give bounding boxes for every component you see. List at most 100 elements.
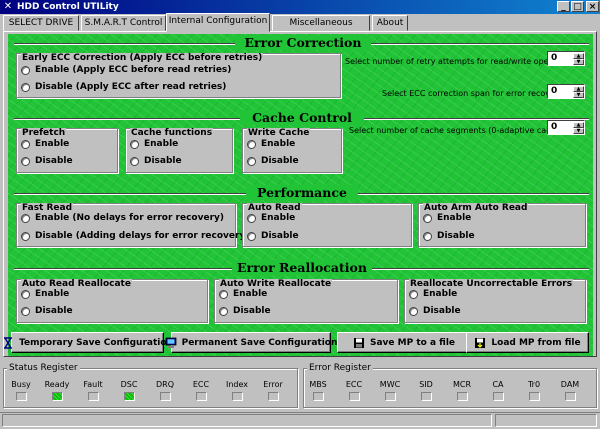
radio-icon	[247, 231, 256, 241]
prefetch-disable-radio[interactable]: Disable	[21, 156, 73, 166]
auto-read-realloc-label: Auto Read Reallocate	[21, 279, 132, 289]
permanent-save-button[interactable]: Permanent Save Configuration	[165, 332, 337, 353]
radio-label: Enable	[261, 213, 296, 223]
realloc-uncorrectable-label: Reallocate Uncorrectable Errors	[409, 279, 574, 289]
cache-functions-label: Cache functions	[130, 128, 214, 138]
write-cache-disable-radio[interactable]: Disable	[247, 156, 299, 166]
tab-about[interactable]: About	[372, 15, 408, 31]
status-register-bit-label: DRQ	[155, 380, 174, 389]
radio-label: Disable	[437, 231, 475, 241]
radio-icon	[219, 289, 228, 299]
auto-write-realloc-label: Auto Write Reallocate	[219, 279, 333, 289]
button-label: Save MP to a file	[369, 337, 456, 348]
temporary-save-button[interactable]: Temporary Save Configuration	[4, 332, 173, 353]
radio-icon	[130, 139, 139, 149]
radio-icon	[409, 306, 418, 316]
minimize-button[interactable]: _	[557, 1, 570, 12]
early-ecc-enable-radio[interactable]: Enable (Apply ECC before read retries)	[21, 65, 231, 75]
tab-smart-control[interactable]: S.M.A.R.T Control	[81, 15, 166, 31]
ecc-span-spinner[interactable]: 0 ▲ ▼	[547, 84, 585, 99]
radio-icon	[423, 213, 432, 223]
realloc-uncorrectable-group: Reallocate Uncorrectable Errors	[404, 279, 586, 323]
write-cache-enable-radio[interactable]: Enable	[247, 139, 295, 149]
fast-read-enable-radio[interactable]: Enable (No delays for error recovery)	[21, 213, 224, 223]
fast-read-disable-radio[interactable]: Disable (Adding delays for error recover…	[21, 231, 249, 241]
computer-icon	[165, 337, 176, 348]
error-register-bit-led	[421, 392, 432, 401]
error-register-bit-label: Tr0	[527, 380, 541, 389]
realloc-uncorrectable-disable-radio[interactable]: Disable	[409, 306, 461, 316]
spin-down-icon[interactable]: ▼	[573, 59, 584, 65]
status-register-bit-label: Index	[225, 380, 249, 389]
realloc-uncorrectable-enable-radio[interactable]: Enable	[409, 289, 457, 299]
auto-read-disable-radio[interactable]: Disable	[247, 231, 299, 241]
auto-arm-label: Auto Arm Auto Read	[423, 203, 529, 213]
section-title-error-reallocation: Error Reallocation	[232, 260, 372, 275]
status-register-bit-led	[16, 392, 27, 401]
button-label: Load MP from file	[491, 337, 581, 348]
radio-label: Disable	[261, 231, 299, 241]
window-title: HDD Control UTILity	[17, 2, 119, 12]
radio-icon	[130, 156, 139, 166]
fast-read-label: Fast Read	[21, 203, 74, 213]
status-register-bit-label: Error	[263, 380, 283, 389]
error-register-bit-label: MBS	[309, 380, 327, 389]
status-register-bit-led	[124, 392, 135, 401]
auto-read-realloc-disable-radio[interactable]: Disable	[21, 306, 73, 316]
maximize-button[interactable]: □	[571, 1, 584, 12]
prefetch-label: Prefetch	[21, 128, 67, 138]
radio-icon	[21, 231, 30, 241]
early-ecc-disable-radio[interactable]: Disable (Apply ECC after read retries)	[21, 82, 226, 92]
auto-write-realloc-group: Auto Write Reallocate	[214, 279, 398, 323]
prefetch-group: Prefetch	[16, 128, 118, 173]
early-ecc-label: Early ECC Correction (Apply ECC before r…	[21, 53, 264, 63]
radio-icon	[409, 289, 418, 299]
auto-read-enable-radio[interactable]: Enable	[247, 213, 295, 223]
spin-down-icon[interactable]: ▼	[573, 128, 584, 134]
spinner-value: 0	[551, 122, 558, 132]
write-cache-group: Write Cache	[242, 128, 342, 173]
auto-write-realloc-enable-radio[interactable]: Enable	[219, 289, 267, 299]
tab-internal-configuration[interactable]: Internal Configuration	[166, 13, 270, 32]
error-register-bit-led	[529, 392, 540, 401]
radio-label: Enable	[35, 139, 70, 149]
status-register-bit-led	[196, 392, 207, 401]
radio-icon	[247, 213, 256, 223]
error-register-title: Error Register	[307, 363, 373, 373]
auto-read-label: Auto Read	[247, 203, 302, 213]
close-button[interactable]: ×	[586, 1, 599, 12]
load-mp-button[interactable]: Load MP from file	[466, 332, 589, 353]
radio-label: Disable	[35, 306, 73, 316]
status-register-bit-label: ECC	[192, 380, 210, 389]
auto-write-realloc-disable-radio[interactable]: Disable	[219, 306, 271, 316]
tab-select-drive[interactable]: SELECT DRIVE	[3, 15, 79, 31]
save-mp-button[interactable]: Save MP to a file	[337, 332, 471, 353]
cache-functions-enable-radio[interactable]: Enable	[130, 139, 178, 149]
radio-label: Disable	[144, 156, 182, 166]
prefetch-enable-radio[interactable]: Enable	[21, 139, 69, 149]
error-register-bit-led	[457, 392, 468, 401]
radio-icon	[21, 289, 30, 299]
title-bar[interactable]: ✕ HDD Control UTILity _ □ ×	[0, 0, 600, 14]
error-register-bit-label: SID	[419, 380, 433, 389]
error-register-bit-led	[385, 392, 396, 401]
tab-miscellaneous-control[interactable]: Miscellaneous Control	[272, 15, 370, 42]
status-register-bit-led	[232, 392, 243, 401]
ecc-span-label: Select ECC correction span for error rec…	[382, 89, 563, 98]
radio-label: Enable	[437, 213, 472, 223]
auto-arm-disable-radio[interactable]: Disable	[423, 231, 475, 241]
status-register-bit-label: Busy	[11, 380, 31, 389]
cache-functions-disable-radio[interactable]: Disable	[130, 156, 182, 166]
spin-down-icon[interactable]: ▼	[573, 92, 584, 98]
radio-label: Disable	[35, 156, 73, 166]
retry-attempts-spinner[interactable]: 0 ▲ ▼	[547, 51, 585, 66]
radio-label: Enable	[423, 289, 458, 299]
radio-label: Disable (Apply ECC after read retries)	[35, 82, 227, 92]
section-title-error-correction: Error Correction	[235, 35, 371, 50]
cache-segments-spinner[interactable]: 0 ▲ ▼	[547, 120, 585, 135]
cache-segments-label: Select number of cache segments (0-adapt…	[349, 126, 564, 135]
auto-arm-enable-radio[interactable]: Enable	[423, 213, 471, 223]
auto-read-realloc-enable-radio[interactable]: Enable	[21, 289, 69, 299]
auto-read-realloc-group: Auto Read Reallocate	[16, 279, 208, 323]
status-register-bit-label: DSC	[120, 380, 138, 389]
